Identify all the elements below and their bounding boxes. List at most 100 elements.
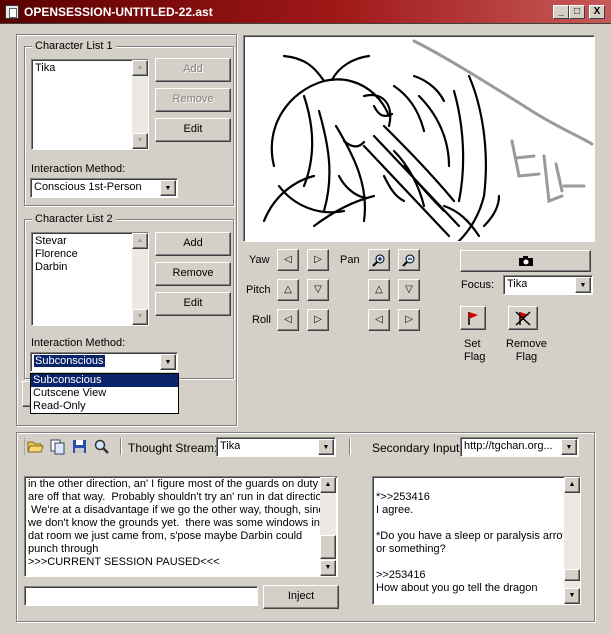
scroll-up-arrow-icon[interactable]: ▲ <box>132 60 148 76</box>
roll-left-icon[interactable]: ◁ <box>277 309 299 331</box>
list-item[interactable]: Darbin <box>35 261 145 274</box>
remove-flag-button[interactable] <box>508 306 538 330</box>
yaw-right-icon[interactable]: ▷ <box>307 249 329 271</box>
thought-stream-text: in the other direction, an' I figure mos… <box>28 478 321 568</box>
chevron-down-icon[interactable]: ▼ <box>561 439 577 455</box>
interaction-dropdown-list[interactable]: Subconscious Cutscene View Read-Only <box>30 373 179 414</box>
secondary-input-text: *>>253416 I agree. *Do you have a sleep … <box>376 491 563 594</box>
chevron-down-icon[interactable]: ▼ <box>160 354 176 370</box>
scroll-up-arrow-icon[interactable]: ▲ <box>320 477 336 493</box>
list-2-add-button[interactable]: Add <box>155 232 231 256</box>
list-2-interaction-label: Interaction Method: <box>31 337 126 349</box>
folder-glyph <box>27 441 44 453</box>
list-2-edit-button[interactable]: Edit <box>155 292 231 316</box>
thought-stream-label: Thought Stream: <box>128 441 218 455</box>
pan-left-icon[interactable]: ◁ <box>368 309 390 331</box>
app-icon <box>5 5 19 19</box>
toolbar-separator <box>349 438 350 455</box>
minimize-button[interactable]: _ <box>553 5 569 19</box>
window-title: OPENSESSION-UNTITLED-22.ast <box>24 5 213 19</box>
list-1-scrollbar[interactable]: ▲ ▼ <box>132 60 148 149</box>
search-icon[interactable] <box>93 438 110 455</box>
pan-down-icon[interactable]: ▽ <box>398 279 420 301</box>
zoom-in-icon[interactable] <box>368 249 390 271</box>
secondary-log-scrollbar[interactable]: ▲ ▼ <box>564 477 580 604</box>
pages-glyph <box>50 439 65 455</box>
magnifier-minus-icon <box>402 254 415 267</box>
flag-remove-icon <box>515 311 531 326</box>
chevron-down-icon[interactable]: ▼ <box>160 180 176 196</box>
secondary-input-select[interactable]: http://tgchan.org... ▼ <box>460 437 579 457</box>
toolbar-grip <box>24 438 25 455</box>
save-icon[interactable] <box>71 438 88 455</box>
roll-right-icon[interactable]: ▷ <box>307 309 329 331</box>
roll-label: Roll <box>252 314 271 326</box>
list-item[interactable]: Florence <box>35 248 145 261</box>
focus-value: Tika <box>507 278 528 290</box>
secondary-input-value: http://tgchan.org... <box>464 440 553 452</box>
pan-label: Pan <box>340 254 360 266</box>
list-1-remove-button[interactable]: Remove <box>155 88 231 112</box>
inject-input[interactable] <box>24 586 258 606</box>
thought-stream-log[interactable]: in the other direction, an' I figure mos… <box>24 476 338 577</box>
focus-select[interactable]: Tika ▼ <box>503 275 593 295</box>
yaw-label: Yaw <box>249 254 270 266</box>
zoom-out-icon[interactable] <box>398 249 420 271</box>
list-2-remove-button[interactable]: Remove <box>155 262 231 286</box>
list-1-edit-button[interactable]: Edit <box>155 118 231 142</box>
pitch-up-icon[interactable]: △ <box>277 279 299 301</box>
scroll-down-arrow-icon[interactable]: ▼ <box>564 588 580 604</box>
flag-icon <box>468 312 478 325</box>
list-1-add-button[interactable]: Add <box>155 58 231 82</box>
yaw-left-icon[interactable]: ◁ <box>277 249 299 271</box>
dropdown-option[interactable]: Cutscene View <box>31 387 178 400</box>
scene-viewport[interactable] <box>243 35 595 242</box>
screenshot-button[interactable] <box>460 250 591 272</box>
list-1-items: Tika <box>32 60 148 77</box>
floppy-glyph <box>73 440 86 453</box>
scroll-down-arrow-icon[interactable]: ▼ <box>132 133 148 149</box>
scroll-up-arrow-icon[interactable]: ▲ <box>564 477 580 493</box>
scroll-down-arrow-icon[interactable]: ▼ <box>320 560 336 576</box>
remove-flag-label: Remove Flag <box>506 338 547 363</box>
magnifier-plus-icon <box>372 254 385 267</box>
copy-icon[interactable] <box>49 438 66 455</box>
chevron-down-icon[interactable]: ▼ <box>318 439 334 455</box>
chevron-down-icon[interactable]: ▼ <box>575 277 591 293</box>
list-2-interaction-value: Subconscious <box>33 354 106 368</box>
pan-right-icon[interactable]: ▷ <box>398 309 420 331</box>
thought-stream-select[interactable]: Tika ▼ <box>216 437 336 457</box>
focus-label: Focus: <box>461 279 495 291</box>
toolbar-separator <box>120 438 121 455</box>
scroll-up-arrow-icon[interactable]: ▲ <box>132 233 148 249</box>
dropdown-option[interactable]: Read-Only <box>31 400 178 413</box>
list-1-interaction-label: Interaction Method: <box>31 163 126 175</box>
list-1-interaction-select[interactable]: Conscious 1st-Person ▼ <box>30 178 178 198</box>
pitch-label: Pitch <box>246 284 271 296</box>
set-flag-label: Set Flag <box>464 338 486 363</box>
list-1-interaction-value: Conscious 1st-Person <box>34 181 142 193</box>
secondary-input-log[interactable]: *>>253416 I agree. *Do you have a sleep … <box>372 476 581 605</box>
magnifier-glyph <box>94 439 109 454</box>
list-item[interactable]: Tika <box>35 62 145 75</box>
scroll-thumb[interactable] <box>320 535 336 559</box>
pitch-down-icon[interactable]: ▽ <box>307 279 329 301</box>
pan-up-icon[interactable]: △ <box>368 279 390 301</box>
set-flag-button[interactable] <box>460 306 486 330</box>
scroll-down-arrow-icon[interactable]: ▼ <box>132 309 148 325</box>
dropdown-option[interactable]: Subconscious <box>31 374 178 387</box>
list-2-interaction-select[interactable]: Subconscious ▼ <box>30 352 178 372</box>
camera-icon <box>519 256 533 266</box>
character-list-1-legend: Character List 1 <box>32 40 116 52</box>
scroll-thumb[interactable] <box>564 569 580 581</box>
thought-stream-value: Tika <box>220 440 241 452</box>
list-item[interactable]: Stevar <box>35 235 145 248</box>
secondary-input-label: Secondary Input: <box>372 441 463 455</box>
character-list-2-legend: Character List 2 <box>32 213 116 225</box>
maximize-button[interactable]: □ <box>569 5 585 19</box>
open-folder-icon[interactable] <box>27 438 44 455</box>
list-2-scrollbar[interactable]: ▲ ▼ <box>132 233 148 325</box>
inject-button[interactable]: Inject <box>263 585 339 609</box>
close-button[interactable]: X <box>589 5 605 19</box>
thought-log-scrollbar[interactable]: ▲ ▼ <box>320 477 336 576</box>
